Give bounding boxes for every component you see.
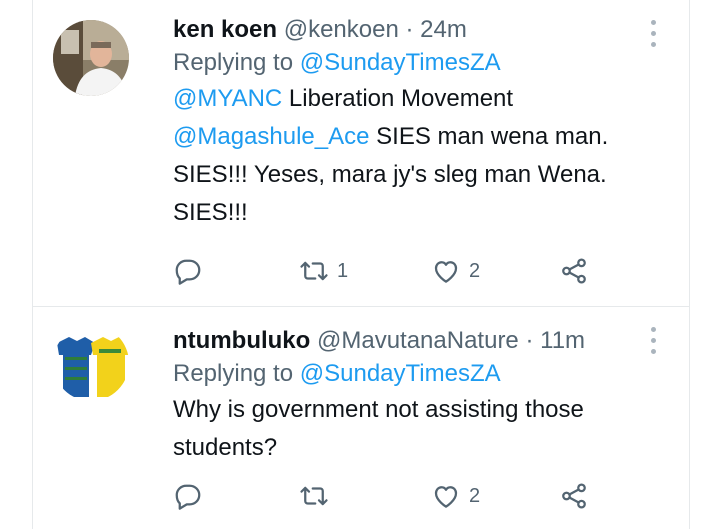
like-button[interactable]: 2 [431,254,480,288]
separator: · [405,16,414,43]
like-button[interactable]: 2 [431,479,480,513]
tweet-text-line: Why is government not assisting those [173,391,649,429]
share-icon [562,258,586,284]
like-count: 2 [469,484,481,507]
retweet-button[interactable] [299,479,337,513]
replying-to-mention[interactable]: @SundayTimesZA [300,49,501,76]
tweet-text-segment: Liberation Movement [282,85,514,112]
reply-icon [175,484,201,510]
retweet-count: 1 [337,259,349,282]
user-handle[interactable]: @MavutanaNature [317,327,519,354]
share-button[interactable] [559,254,589,288]
mention-link[interactable]: @MYANC [173,85,282,112]
timeline: ken koen @kenkoen · 24m Replying to @Sun… [32,0,690,529]
retweet-icon [300,486,328,506]
more-icon[interactable] [649,327,657,354]
heart-icon [434,261,458,283]
like-count: 2 [469,259,481,282]
tweet-text-segment: SIES man wena man. [369,123,609,150]
tweet-header: ken koen @kenkoen · 24m [173,14,649,46]
display-name[interactable]: ken koen [173,16,277,43]
tweet-actions: 2 [173,479,653,513]
tweet-text-segment: Why is government not assisting those [173,396,584,423]
timestamp[interactable]: 24m [420,16,467,43]
tweet[interactable]: ntumbuluko @MavutanaNature · 11m Replyin… [33,307,689,529]
separator: · [525,327,534,354]
avatar[interactable] [53,325,129,401]
replying-to: Replying to @SundayTimesZA [173,357,649,391]
retweet-icon [300,261,328,281]
tweet-text-line: SIES!!! [173,194,649,232]
user-handle[interactable]: @kenkoen [284,16,399,43]
share-icon [562,483,586,509]
mention-link[interactable]: @Magashule_Ace [173,123,369,150]
tweet-text-line: SIES!!! Yeses, mara jy's sleg man Wena. [173,156,649,194]
display-name[interactable]: ntumbuluko [173,327,310,354]
timestamp[interactable]: 11m [540,327,585,354]
tweet[interactable]: ken koen @kenkoen · 24m Replying to @Sun… [33,0,689,307]
reply-button[interactable] [173,254,203,288]
replying-to-mention[interactable]: @SundayTimesZA [300,360,501,387]
tweet-text-segment: SIES!!! Yeses, mara jy's sleg man Wena. [173,161,607,188]
tweet-text: @MYANC Liberation Movement @Magashule_Ace… [173,80,649,232]
reply-button[interactable] [173,479,203,513]
tweet-text-line: @Magashule_Ace SIES man wena man. [173,118,649,156]
tweet-text: Why is government not assisting those stu… [173,391,649,467]
share-button[interactable] [559,479,589,513]
heart-icon [434,486,458,508]
retweet-button[interactable]: 1 [299,254,348,288]
replying-to: Replying to @SundayTimesZA [173,46,649,80]
reply-icon [175,259,201,285]
replying-to-label: Replying to [173,360,294,387]
tweet-text-segment: students? [173,434,278,461]
tweet-text-segment: SIES!!! [173,199,248,226]
tweet-text-line: students? [173,429,649,467]
more-icon[interactable] [649,20,657,47]
tweet-header: ntumbuluko @MavutanaNature · 11m [173,325,649,357]
tweet-actions: 1 2 [173,254,653,288]
avatar[interactable] [53,20,129,96]
tweet-text-line: @MYANC Liberation Movement [173,80,649,118]
replying-to-label: Replying to [173,49,294,76]
